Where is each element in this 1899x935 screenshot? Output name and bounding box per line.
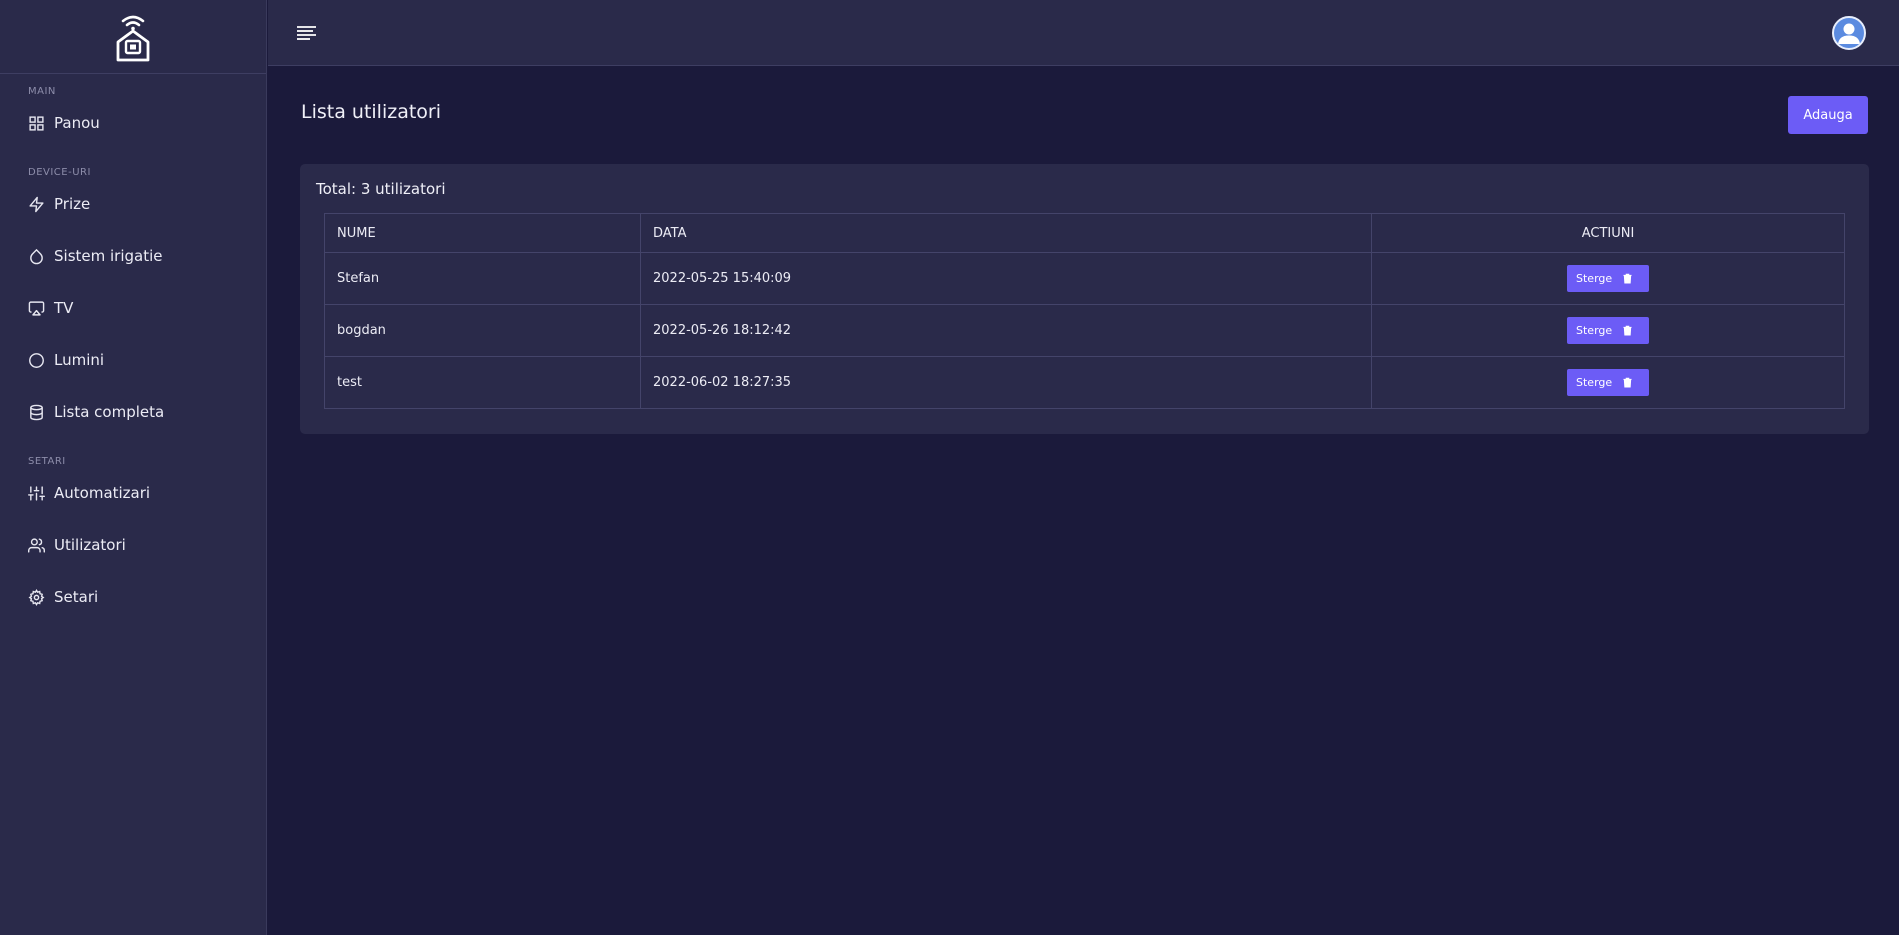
actions-cell: Sterge — [1371, 356, 1845, 409]
sidebar-item-label: Automatizari — [54, 484, 151, 502]
circle-icon — [29, 352, 44, 368]
column-header-nume: NUME — [324, 213, 641, 253]
user-date: 2022-05-25 15:40:09 — [640, 252, 1372, 305]
sidebar-item-label: TV — [54, 299, 74, 317]
delete-button-label: Sterge — [1576, 376, 1613, 389]
user-name: bogdan — [324, 304, 641, 357]
sidebar-item-panou[interactable]: Panou — [0, 97, 266, 149]
sidebar-item-label: Panou — [54, 114, 100, 132]
table-row: test 2022-06-02 18:27:35 Sterge — [324, 356, 1845, 409]
droplet-icon — [30, 248, 43, 264]
users-table: NUME DATA ACTIUNI Stefan 2022-05-25 15:4… — [324, 213, 1845, 409]
user-date: 2022-06-02 18:27:35 — [640, 356, 1372, 409]
total-count: Total: 3 utilizatori — [316, 180, 446, 198]
sidebar-item-label: Utilizatori — [54, 536, 126, 554]
delete-button[interactable]: Sterge — [1567, 265, 1649, 292]
sidebar-item-utilizatori[interactable]: Utilizatori — [0, 519, 266, 571]
sidebar-item-prize[interactable]: Prize — [0, 178, 266, 230]
bolt-icon — [29, 196, 44, 212]
menu-icon[interactable] — [296, 24, 318, 42]
table-row: Stefan 2022-05-25 15:40:09 Sterge — [324, 252, 1845, 305]
database-icon — [30, 404, 43, 420]
add-user-button[interactable]: Adauga — [1788, 96, 1868, 134]
smart-home-logo-icon — [116, 15, 150, 61]
tv-icon — [28, 300, 45, 316]
logo[interactable] — [0, 0, 266, 74]
user-name: test — [324, 356, 641, 409]
table-header-row: NUME DATA ACTIUNI — [324, 213, 1845, 253]
sidebar-item-tv[interactable]: TV — [0, 282, 266, 334]
section-label-devices: DEVICE-URI — [28, 167, 91, 178]
sidebar-item-label: Prize — [54, 195, 91, 213]
sidebar-item-label: Sistem irigatie — [54, 247, 163, 265]
gear-icon — [28, 588, 45, 606]
actions-cell: Sterge — [1371, 304, 1845, 357]
sliders-icon — [28, 485, 45, 501]
section-label-setari: SETARI — [28, 456, 66, 467]
sidebar-item-label: Setari — [54, 588, 99, 606]
sidebar-item-label: Lumini — [54, 351, 105, 369]
section-label-main: MAIN — [28, 86, 56, 97]
users-icon — [28, 537, 45, 553]
column-header-data: DATA — [640, 213, 1372, 253]
topbar — [268, 0, 1899, 66]
user-avatar-icon — [1838, 23, 1860, 44]
delete-button-label: Sterge — [1576, 272, 1613, 285]
sidebar-item-sistem-irigatie[interactable]: Sistem irigatie — [0, 230, 266, 282]
sidebar-item-automatizari[interactable]: Automatizari — [0, 467, 266, 519]
avatar[interactable] — [1832, 16, 1866, 50]
user-name: Stefan — [324, 252, 641, 305]
delete-button[interactable]: Sterge — [1567, 369, 1649, 396]
sidebar-item-lumini[interactable]: Lumini — [0, 334, 266, 386]
sidebar-item-label: Lista completa — [54, 403, 165, 421]
table-row: bogdan 2022-05-26 18:12:42 Sterge — [324, 304, 1845, 357]
users-card: Total: 3 utilizatori NUME DATA ACTIUNI S… — [300, 164, 1869, 434]
delete-button-label: Sterge — [1576, 324, 1613, 337]
trash-icon — [1623, 273, 1632, 284]
sidebar: MAIN Panou DEVICE-URI Prize Sistem iriga… — [0, 0, 267, 935]
grid-icon — [29, 115, 44, 131]
user-date: 2022-05-26 18:12:42 — [640, 304, 1372, 357]
trash-icon — [1623, 377, 1632, 388]
page-title: Lista utilizatori — [301, 101, 442, 123]
sidebar-item-lista-completa[interactable]: Lista completa — [0, 386, 266, 438]
actions-cell: Sterge — [1371, 252, 1845, 305]
column-header-actiuni: ACTIUNI — [1371, 213, 1845, 253]
delete-button[interactable]: Sterge — [1567, 317, 1649, 344]
trash-icon — [1623, 325, 1632, 336]
sidebar-item-setari[interactable]: Setari — [0, 571, 266, 623]
